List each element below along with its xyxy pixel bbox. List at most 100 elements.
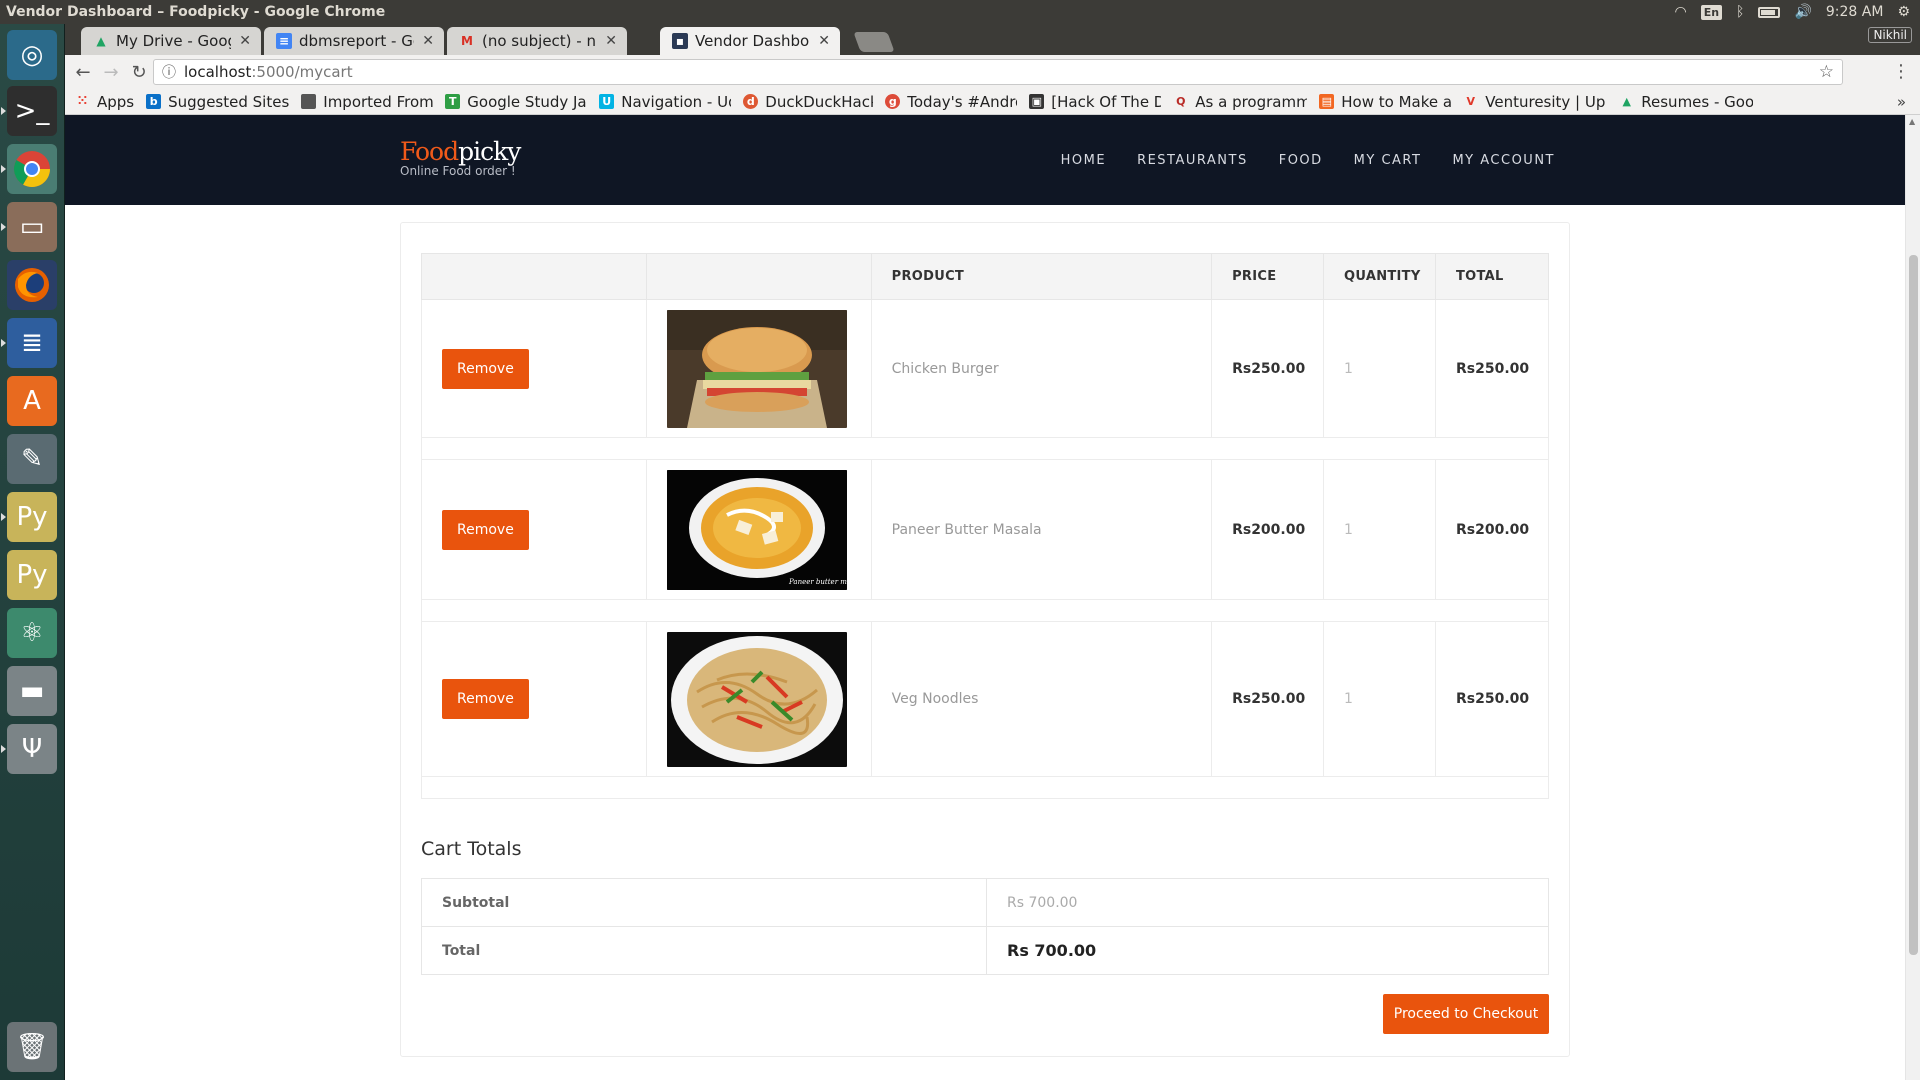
bookmark-label: DuckDuckHack [765,92,874,111]
product-total: Rs250.00 [1455,691,1530,707]
url-host: localhost [184,63,252,81]
more-bookmarks-icon[interactable]: » [1897,93,1906,111]
back-arrow-icon[interactable]: ← [69,62,97,83]
bookmark-how-to-make[interactable]: ▤ How to Make an [1319,93,1451,111]
close-icon[interactable]: ✕ [605,33,617,49]
circuit-icon: ▤ [1319,94,1335,109]
quora-icon: Q [1176,95,1186,108]
nav-my-account[interactable]: MY ACCOUNT [1452,153,1555,168]
clock[interactable]: 9:28 AM [1826,4,1884,20]
total-value: Rs 700.00 [986,926,1549,975]
scrollbar-thumb[interactable] [1909,255,1918,955]
nav-home[interactable]: HOME [1061,153,1106,168]
terminal-icon[interactable]: >_ [1,86,57,136]
cart-item-row: Remove Veg Noodles Rs250.00 1 Rs250.00 [421,621,1550,777]
bookmark-venturesity[interactable]: V Venturesity | Up [1463,93,1607,111]
page-scrollbar[interactable]: ▲ [1905,115,1920,1080]
page-info-icon[interactable]: ⓘ [162,62,176,82]
remove-button[interactable]: Remove [442,348,529,389]
qty-cell: 1 [1323,299,1436,438]
atom-editor-icon[interactable]: ⚛ [7,608,57,658]
file-manager-icon[interactable]: ▭ [1,202,57,252]
bookmark-todays-android[interactable]: g Today's #Androi [885,93,1017,111]
scroll-up-icon[interactable]: ▲ [1909,117,1915,126]
paneer-butter-masala-image[interactable]: Paneer butter masala [666,469,847,590]
chicken-burger-image[interactable] [666,309,847,428]
new-tab-button[interactable] [853,32,895,52]
python-file-icon[interactable]: Py [1,492,57,542]
bookmark-hack-of-the-day[interactable]: ▣ [Hack Of The Da [1029,93,1161,111]
writer-icon[interactable]: ≣ [1,318,57,368]
bookmark-duckduckhack[interactable]: d DuckDuckHack [743,93,873,111]
google-drive-icon: ▲ [96,34,106,48]
bookmark-google-study[interactable]: T Google Study Ja [445,93,587,111]
reload-icon[interactable]: ↻ [125,62,153,83]
usb-drive-icon[interactable]: Ψ [1,724,57,774]
remove-cell: Remove [421,621,647,777]
bookmark-resumes[interactable]: ▲ Resumes - Goog [1619,93,1754,111]
product-price: Rs250.00 [1232,691,1306,707]
battery-icon[interactable] [1758,6,1781,18]
product-total: Rs250.00 [1455,360,1530,377]
google-drive-icon: ▲ [1622,95,1631,108]
google-plus-icon: g [885,94,901,109]
tab-label: Vendor Dashboard [695,32,810,50]
input-language-indicator[interactable]: En [1700,4,1723,20]
product-name[interactable]: Paneer Butter Masala [892,522,1042,538]
bookmark-suggested-sites[interactable]: b Suggested Sites [146,93,289,111]
product-name[interactable]: Chicken Burger [892,361,999,377]
disk-drive-icon[interactable]: ▬ [7,666,57,716]
close-icon[interactable]: ✕ [818,33,830,49]
tab-gmail[interactable]: M (no subject) - nikhil ✕ [447,27,627,55]
bookmark-star-icon[interactable]: ☆ [1819,62,1834,82]
bookmark-imported[interactable]: Imported From I [301,93,433,111]
bookmark-apps[interactable]: ⁙ Apps [75,93,134,111]
tab-label: dbmsreport - Goog [299,32,414,50]
logo-food-text: Food [400,137,459,166]
bookmark-label: Navigation - Uda [621,92,731,111]
bookmark-udacity[interactable]: U Navigation - Uda [599,93,731,111]
bluetooth-icon[interactable]: ᛒ [1736,4,1744,20]
product-quantity: 1 [1344,521,1353,538]
remove-button[interactable]: Remove [442,679,529,719]
tab-my-drive[interactable]: ▲ My Drive - Google D ✕ [81,27,261,55]
wifi-icon[interactable]: ◠ [1674,4,1686,20]
bing-icon: b [146,94,162,109]
dash-home-icon[interactable]: ◎ [7,30,57,80]
firefox-icon[interactable] [7,260,57,310]
forward-arrow-icon[interactable]: → [97,62,125,83]
python-file-icon-2[interactable]: Py [7,550,57,600]
subtotal-label: Subtotal [421,878,987,927]
proceed-to-checkout-button[interactable]: Proceed to Checkout [1383,994,1549,1034]
settings-gear-icon[interactable]: ⚙ [1897,4,1910,20]
tab-vendor-dashboard[interactable]: ▪ Vendor Dashboard ✕ [660,27,840,55]
site-logo[interactable]: Foodpicky Online Food order ! [400,137,521,178]
close-icon[interactable]: ✕ [239,33,251,49]
nav-my-cart[interactable]: MY CART [1354,153,1422,168]
system-settings-icon[interactable]: ✎ [7,434,57,484]
image-cell [645,299,872,438]
software-center-icon[interactable]: A [7,376,57,426]
veg-noodles-image[interactable] [666,631,847,767]
chrome-icon[interactable] [1,144,57,194]
total-cell: Rs200.00 [1434,459,1550,600]
chrome-menu-icon[interactable]: ⋮ [1892,61,1910,82]
profile-button[interactable]: Nikhil [1868,27,1912,43]
window-title: Vendor Dashboard – Foodpicky - Google Ch… [6,4,386,20]
udacity-icon: U [599,94,615,109]
bookmarks-bar: ⁙ Apps b Suggested Sites Imported From I… [65,89,1920,115]
product-name[interactable]: Veg Noodles [892,691,979,707]
main-nav: HOME RESTAURANTS FOOD MY CART MY ACCOUNT [1061,153,1555,168]
volume-icon[interactable]: 🔊 [1794,4,1811,20]
address-bar[interactable]: ⓘ localhost :5000/mycart ☆ [153,59,1843,85]
close-icon[interactable]: ✕ [422,33,434,49]
tab-dbmsreport[interactable]: ≡ dbmsreport - Goog ✕ [264,27,444,55]
nav-food[interactable]: FOOD [1279,153,1323,168]
remove-button[interactable]: Remove [442,509,529,550]
trash-icon[interactable]: 🗑 [7,1022,57,1072]
bookmark-label: Today's #Androi [907,92,1018,111]
logo-picky-text: picky [458,137,521,166]
bookmark-quora[interactable]: Q As a programme [1173,93,1307,111]
paneer-image-caption: Paneer butter masala [788,578,847,586]
nav-restaurants[interactable]: RESTAURANTS [1137,153,1248,168]
